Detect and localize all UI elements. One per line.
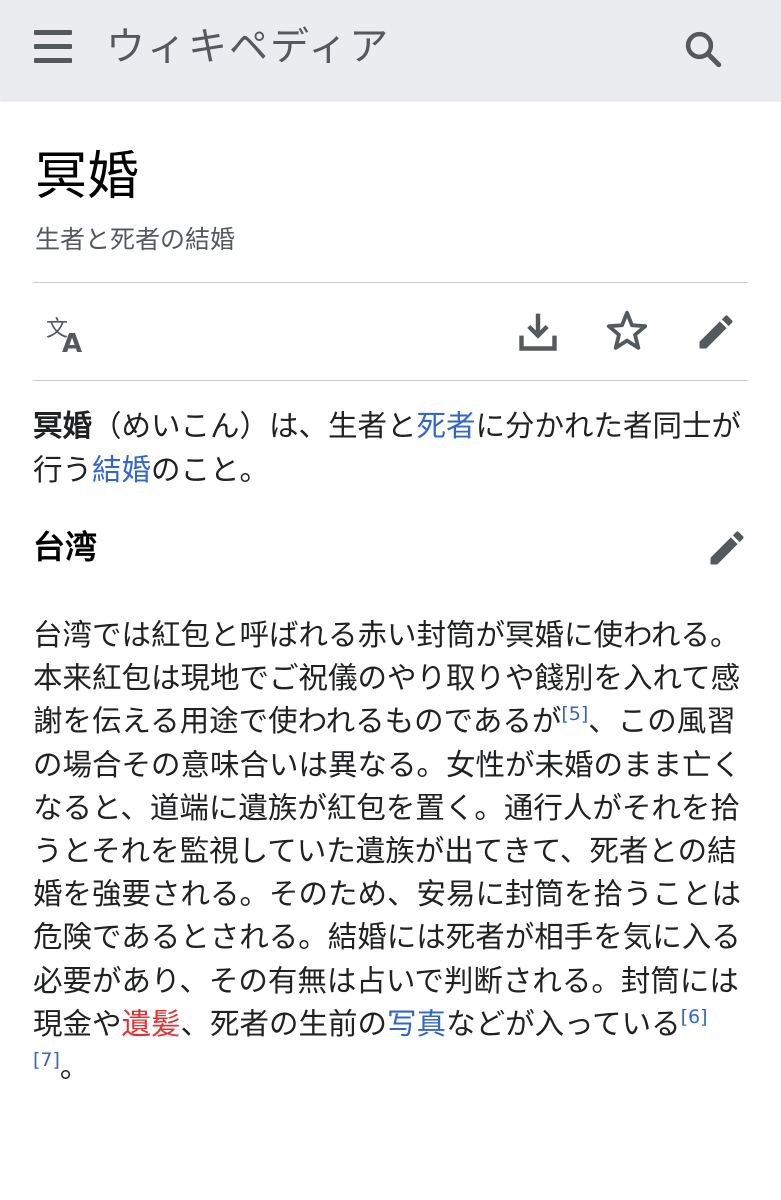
wikipedia-logo[interactable]: ウィキペディア [106,20,390,76]
divider-bottom [33,380,748,381]
body-text: 。 [59,1050,90,1085]
lead-paragraph: 冥婚（めいこん）は、生者と死者に分かれた者同士が行う結婚のこと。 [33,404,753,492]
divider-top [33,282,748,283]
hamburger-menu-icon[interactable] [34,30,72,64]
section-heading-taiwan[interactable]: 台湾 [33,524,97,570]
top-bar: ウィキペディア [0,0,781,100]
page-subtitle: 生者と死者の結婚 [35,225,236,254]
section-paragraph: 台湾では紅包と呼ばれる赤い封筒が冥婚に使われる。本来紅包は現地でご祝儀のやり取り… [33,614,753,1089]
svg-text:A: A [62,329,82,358]
reference-6[interactable]: [6] [681,1006,708,1028]
reference-7[interactable]: [7] [33,1049,60,1071]
page-title: 冥婚 [35,147,140,207]
section-edit-pencil-icon[interactable] [705,526,749,570]
link-shisha[interactable]: 死者 [417,409,476,443]
link-kekkon[interactable]: 結婚 [92,453,151,487]
pencil-icon[interactable] [694,310,738,354]
redlink-ihatsu[interactable]: 遺髪 [122,1007,181,1041]
ref-link[interactable]: [5] [561,704,588,726]
download-icon[interactable] [516,310,560,354]
language-icon[interactable]: 文 A [44,312,90,358]
body-text: 、この風習の場合その意味合いは異なる。女性が未婚のまま亡くなると、道端に遺族が紅… [33,704,742,1041]
star-icon[interactable] [604,308,650,354]
reference-5[interactable]: [5] [561,704,588,726]
lead-text: （めいこん）は、生者と [92,409,417,443]
link-shashin[interactable]: 写真 [387,1007,446,1041]
body-text: などが入っている [446,1006,681,1041]
ref-link[interactable]: [6] [681,1006,708,1028]
ref-link[interactable]: [7] [33,1049,60,1071]
body-text: 、死者の生前の [180,1006,388,1041]
search-icon[interactable] [682,28,724,70]
lead-text: のこと。 [151,453,270,487]
bold-term: 冥婚 [33,409,93,443]
